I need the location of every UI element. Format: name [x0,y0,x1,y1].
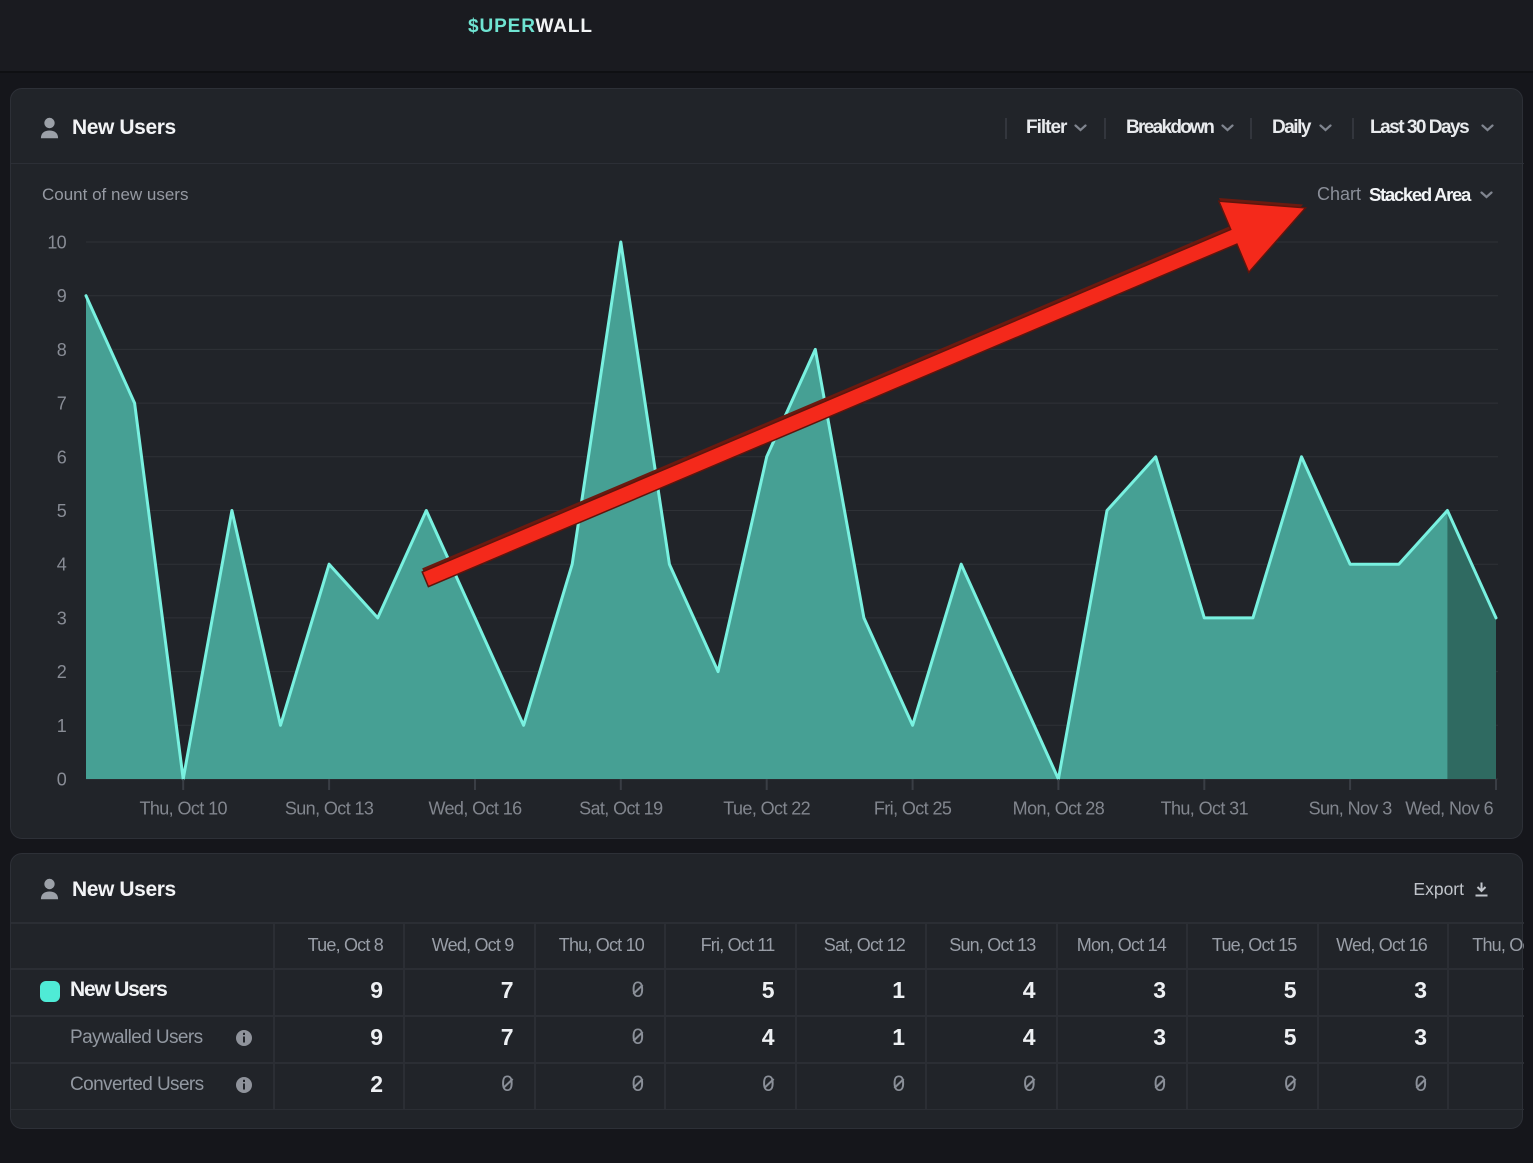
svg-text:Mon, Oct 28: Mon, Oct 28 [1013,799,1105,819]
svg-text:Wed, Oct 16: Wed, Oct 16 [428,799,522,819]
svg-text:10: 10 [47,233,66,253]
svg-text:3: 3 [57,608,67,628]
svg-text:2: 2 [57,662,67,682]
svg-text:Wed, Nov 6: Wed, Nov 6 [1405,799,1493,819]
svg-text:0: 0 [57,770,67,790]
svg-text:7: 7 [57,394,67,414]
svg-text:9: 9 [57,286,67,306]
svg-text:Sun, Oct 13: Sun, Oct 13 [285,799,374,819]
svg-text:Fri, Oct 25: Fri, Oct 25 [874,799,952,819]
svg-text:Thu, Oct 31: Thu, Oct 31 [1161,799,1249,819]
svg-text:1: 1 [57,716,67,736]
svg-text:Sun, Nov 3: Sun, Nov 3 [1309,799,1393,819]
svg-text:6: 6 [57,447,67,467]
svg-text:Tue, Oct 22: Tue, Oct 22 [723,799,810,819]
svg-text:5: 5 [57,501,67,521]
svg-text:8: 8 [57,340,67,360]
svg-text:Thu, Oct 10: Thu, Oct 10 [139,799,227,819]
svg-text:4: 4 [57,555,67,575]
svg-text:Sat, Oct 19: Sat, Oct 19 [579,799,663,819]
